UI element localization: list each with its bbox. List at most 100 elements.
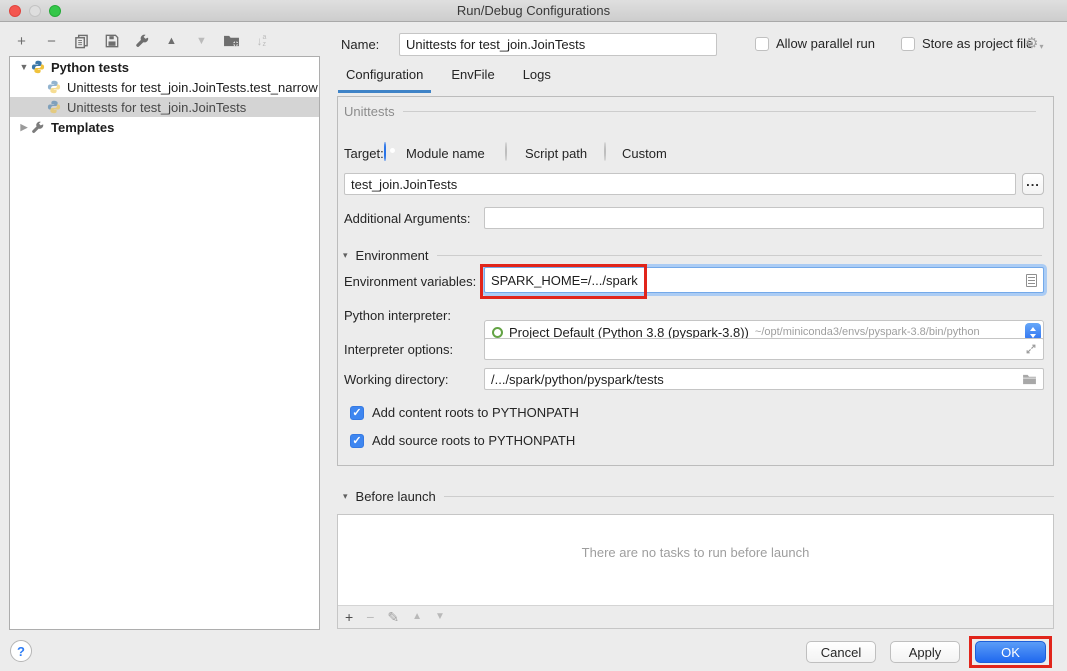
before-launch-toolbar: + − ✎ ▲ ▼	[338, 605, 1053, 628]
add-content-roots-label: Add content roots to PYTHONPATH	[372, 405, 579, 420]
environment-section-label: Environment	[356, 248, 429, 263]
before-launch-section-label: Before launch	[356, 489, 436, 504]
unittests-group-header: Unittests	[344, 104, 1036, 119]
configurations-toolbar: + − ▲ ▼ ↓ az	[13, 31, 270, 51]
interpreter-options-label: Interpreter options:	[344, 342, 453, 357]
python-test-icon	[47, 100, 62, 115]
add-task-icon[interactable]: +	[345, 610, 353, 624]
tree-item-unittests-jointests-selected[interactable]: Unittests for test_join.JoinTests	[10, 97, 319, 117]
run-debug-configurations-dialog: Run/Debug Configurations + − ▲ ▼ ↓ az ▼	[0, 0, 1067, 42]
cancel-button[interactable]: Cancel	[806, 641, 876, 663]
target-label: Target:	[344, 146, 384, 161]
add-source-roots-checkbox[interactable]: ✓ Add source roots to PYTHONPATH	[350, 433, 575, 448]
python-icon	[31, 60, 46, 75]
window-controls	[9, 5, 61, 17]
unittests-group-title: Unittests	[344, 104, 395, 119]
configuration-tabs: Configuration EnvFile Logs	[338, 64, 559, 93]
title-bar: Run/Debug Configurations	[0, 0, 1067, 22]
move-up-icon[interactable]: ▲	[163, 33, 180, 50]
before-launch-section-header: ▾ Before launch	[343, 489, 1054, 504]
store-as-project-file-label: Store as project file	[922, 36, 1033, 51]
name-field[interactable]	[399, 33, 717, 56]
remove-task-icon[interactable]: −	[366, 610, 374, 624]
add-content-roots-box[interactable]: ✓	[350, 406, 364, 420]
help-button[interactable]: ?	[10, 640, 32, 662]
sort-configurations-icon[interactable]: ↓ az	[253, 33, 270, 50]
browse-folder-icon[interactable]	[1022, 374, 1037, 385]
environment-collapse-icon[interactable]: ▾	[343, 250, 348, 261]
edit-task-icon[interactable]: ✎	[387, 610, 399, 624]
python-test-icon	[47, 80, 62, 95]
tree-expanded-icon[interactable]: ▼	[17, 62, 31, 72]
target-custom-radio[interactable]	[604, 142, 606, 161]
store-as-project-file-checkbox[interactable]: Store as project file	[901, 36, 1033, 51]
add-source-roots-box[interactable]: ✓	[350, 434, 364, 448]
settings-gear-icon[interactable]: ⚙ ▾	[1025, 36, 1043, 51]
before-launch-collapse-icon[interactable]: ▾	[343, 491, 348, 502]
working-directory-input[interactable]	[491, 372, 1022, 387]
save-configuration-icon[interactable]	[103, 33, 120, 50]
edit-templates-wrench-icon[interactable]	[133, 33, 150, 50]
allow-parallel-run-box[interactable]	[755, 37, 769, 51]
move-down-icon[interactable]: ▼	[193, 33, 210, 50]
python-interpreter-path: ~/opt/miniconda3/envs/pyspark-3.8/bin/py…	[755, 326, 980, 338]
tab-configuration[interactable]: Configuration	[338, 67, 431, 93]
zoom-window-button[interactable]	[49, 5, 61, 17]
additional-arguments-input[interactable]	[491, 211, 1037, 226]
ok-button[interactable]: OK	[975, 641, 1046, 663]
tree-item-templates[interactable]: ▶ Templates	[10, 117, 319, 137]
python-interpreter-label: Python interpreter:	[344, 308, 451, 323]
environment-variables-field[interactable]	[484, 267, 1044, 293]
new-folder-icon[interactable]	[223, 33, 240, 50]
tree-item-label: Unittests for test_join.JoinTests.test_n…	[67, 80, 318, 95]
move-task-down-icon[interactable]: ▼	[435, 612, 445, 622]
additional-arguments-field[interactable]	[484, 207, 1044, 229]
edit-variables-icon[interactable]	[1026, 274, 1037, 287]
working-directory-label: Working directory:	[344, 372, 449, 387]
tree-item-unittests-test-narrow[interactable]: Unittests for test_join.JoinTests.test_n…	[10, 77, 319, 97]
target-script-path-radio[interactable]	[505, 142, 507, 161]
environment-variables-input[interactable]	[491, 273, 1026, 288]
browse-target-button[interactable]: ...	[1022, 173, 1044, 195]
store-as-project-file-box[interactable]	[901, 37, 915, 51]
configurations-tree: ▼ Python tests Unittests for test_join.J…	[9, 56, 320, 630]
interpreter-options-input[interactable]	[491, 342, 1025, 357]
tree-item-label: Python tests	[51, 60, 129, 75]
target-module-name-label: Module name	[406, 146, 485, 161]
tree-item-label: Unittests for test_join.JoinTests	[67, 100, 246, 115]
target-custom-label: Custom	[622, 146, 667, 161]
tree-item-python-tests[interactable]: ▼ Python tests	[10, 57, 319, 77]
templates-wrench-icon	[31, 120, 46, 135]
name-label: Name:	[341, 37, 379, 52]
allow-parallel-run-checkbox[interactable]: Allow parallel run	[755, 36, 875, 51]
before-launch-empty-message: There are no tasks to run before launch	[338, 545, 1053, 560]
conda-env-icon	[492, 327, 503, 338]
tab-envfile[interactable]: EnvFile	[443, 67, 502, 93]
environment-section-header: ▾ Environment	[343, 248, 1042, 263]
target-script-path-label: Script path	[525, 146, 587, 161]
add-configuration-icon[interactable]: +	[13, 33, 30, 50]
target-value-input[interactable]	[351, 177, 1009, 192]
expand-field-icon[interactable]	[1025, 343, 1037, 355]
remove-configuration-icon[interactable]: −	[43, 33, 60, 50]
name-input[interactable]	[406, 37, 710, 52]
before-launch-task-list: There are no tasks to run before launch …	[337, 514, 1054, 629]
allow-parallel-run-label: Allow parallel run	[776, 36, 875, 51]
tab-logs[interactable]: Logs	[515, 67, 559, 93]
tree-item-label: Templates	[51, 120, 114, 135]
apply-button[interactable]: Apply	[890, 641, 960, 663]
target-value-field[interactable]	[344, 173, 1016, 195]
target-module-name-radio[interactable]	[384, 142, 386, 161]
add-source-roots-label: Add source roots to PYTHONPATH	[372, 433, 575, 448]
close-window-button[interactable]	[9, 5, 21, 17]
window-title: Run/Debug Configurations	[0, 0, 1067, 21]
copy-configuration-icon[interactable]	[73, 33, 90, 50]
move-task-up-icon[interactable]: ▲	[412, 612, 422, 622]
interpreter-options-field[interactable]	[484, 338, 1044, 360]
working-directory-field[interactable]	[484, 368, 1044, 390]
minimize-window-button	[29, 5, 41, 17]
environment-variables-label: Environment variables:	[344, 274, 476, 289]
additional-arguments-label: Additional Arguments:	[344, 211, 470, 226]
tree-collapsed-icon[interactable]: ▶	[17, 122, 31, 133]
add-content-roots-checkbox[interactable]: ✓ Add content roots to PYTHONPATH	[350, 405, 579, 420]
